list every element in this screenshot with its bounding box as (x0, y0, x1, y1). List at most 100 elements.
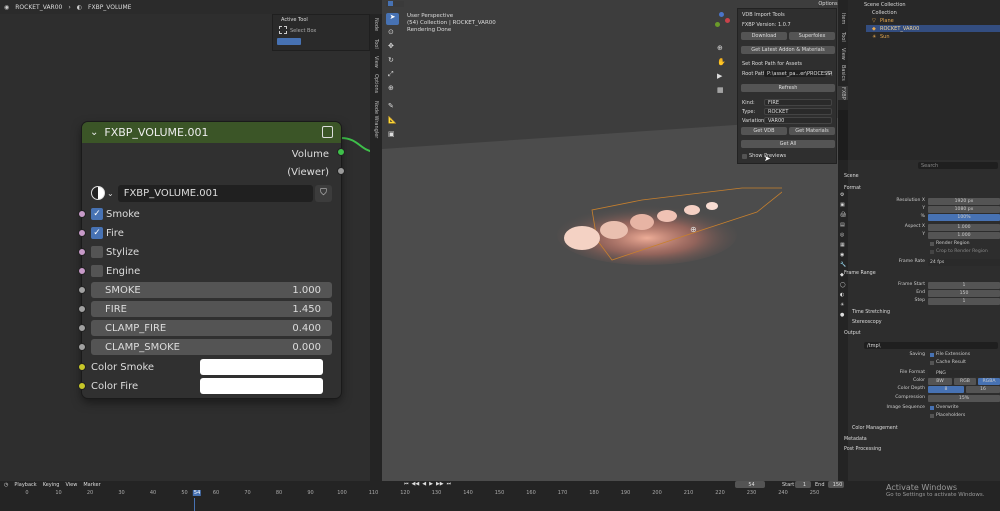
kind-dropdown[interactable]: FIRE (764, 99, 832, 106)
node-group-name-field[interactable]: FXBP_VOLUME.001 (117, 184, 313, 202)
clamp-smoke-socket[interactable] (78, 343, 86, 351)
select-tool-icon[interactable]: ➤ (386, 13, 399, 25)
view-menu[interactable]: View (65, 482, 77, 488)
tab-options[interactable]: Options (370, 72, 382, 96)
dropdown-chevron-icon[interactable]: ⌄ (107, 189, 114, 198)
superfluous-button[interactable]: Superfolex (789, 32, 835, 40)
color-depth-row[interactable]: Color Depth 8 16 (838, 386, 1000, 394)
move-tool-icon[interactable]: ✥ (388, 42, 394, 50)
tab-node-wrangler[interactable]: Node Wrangler (370, 98, 382, 142)
placeholders-checkbox[interactable] (930, 414, 934, 418)
engine-checkbox[interactable] (91, 265, 103, 277)
frame-rate-dropdown[interactable]: 24 fps (928, 259, 1000, 266)
clamp-fire-socket[interactable] (78, 324, 86, 332)
outliner-item-plane[interactable]: Plane (880, 18, 894, 24)
get-latest-button[interactable]: Get Latest Addon & Materials (741, 46, 835, 54)
frame-step-value[interactable]: 1 (928, 298, 1000, 305)
download-button[interactable]: Download (741, 32, 787, 40)
compression-row[interactable]: Compression 15% (838, 395, 1000, 403)
fire-input-socket[interactable] (78, 229, 86, 237)
object-breadcrumb[interactable]: FXBP_VOLUME (88, 4, 131, 11)
camera-icon[interactable]: ▶ (717, 72, 722, 80)
transform-tool-icon[interactable]: ⊕ (388, 84, 394, 92)
get-vdb-button[interactable]: Get VDB (741, 127, 787, 135)
depth-16-button[interactable]: 16 (966, 386, 1000, 393)
toggle-fire[interactable]: ✓ Fire (91, 225, 332, 241)
refresh-button[interactable]: Refresh (741, 84, 835, 92)
pan-hand-icon[interactable]: ✋ (717, 58, 726, 66)
color-rgba-button[interactable]: RGBA (978, 378, 1000, 385)
overwrite-checkbox[interactable] (930, 406, 934, 410)
variation-dropdown[interactable]: VAR00 (764, 117, 832, 124)
res-y-value[interactable]: 1080 px (928, 206, 1000, 213)
smoke-field[interactable]: SMOKE 1.000 (91, 282, 332, 298)
tab-tool[interactable]: Tool (370, 36, 382, 52)
play-reverse-icon[interactable]: ◀ (422, 481, 426, 487)
stereoscopy-section[interactable]: Stereoscopy (838, 320, 1000, 325)
navigation-gizmo[interactable]: ⊕ ✋ ▶ ▦ (713, 10, 735, 130)
image-sequence-row[interactable]: Image Sequence Overwrite (838, 405, 1000, 413)
jump-end-icon[interactable]: ⏭ (447, 481, 452, 487)
collapse-chevron-icon[interactable]: ⌄ (90, 127, 98, 138)
saving-row[interactable]: Saving File Extensions (838, 352, 1000, 360)
select-box-icon[interactable] (279, 26, 287, 34)
color-rgb-button[interactable]: RGB (954, 378, 976, 385)
volume-output-socket[interactable] (337, 148, 345, 156)
render-region-row[interactable]: Render Region (838, 241, 1000, 249)
scene-collection-label[interactable]: Scene Collection (864, 2, 906, 8)
viewer-output-socket[interactable] (337, 167, 345, 175)
engine-input-socket[interactable] (78, 267, 86, 275)
end-field[interactable]: 150 (828, 481, 844, 488)
fire-value-socket[interactable] (78, 305, 86, 313)
fire-checkbox[interactable]: ✓ (91, 227, 103, 239)
outliner-item-rocket[interactable]: ROCKET_VAR00 (880, 26, 919, 32)
get-materials-button[interactable]: Get Materials (789, 127, 835, 135)
tab-item[interactable]: Item (838, 12, 848, 26)
add-cube-tool-icon[interactable]: ▣ (388, 130, 395, 138)
frame-start-row[interactable]: Frame Start 1 (838, 282, 1000, 290)
depth-8-button[interactable]: 8 (928, 386, 964, 393)
color-bw-button[interactable]: BW (928, 378, 952, 385)
res-percent-value[interactable]: 100% (928, 214, 1000, 221)
file-extensions-checkbox[interactable] (930, 353, 934, 357)
folder-icon[interactable]: ▭ (827, 69, 833, 76)
cache-result-row[interactable]: Cache Result (838, 360, 1000, 368)
metadata-section[interactable]: Metadata (838, 437, 1000, 442)
select-mode-icon[interactable] (388, 1, 393, 6)
stylize-checkbox[interactable] (91, 246, 103, 258)
toggle-smoke[interactable]: ✓ Smoke (91, 206, 332, 222)
toggle-engine[interactable]: Engine (91, 263, 332, 279)
timeline[interactable]: ◷ Playback Keying View Marker ⏮ ◀◀ ◀ ▶ ▶▶ ⏭ 5… (0, 481, 1000, 511)
options-button[interactable]: Options (818, 1, 838, 8)
node-tree-icon[interactable] (91, 186, 105, 200)
frame-rate-row[interactable]: Frame Rate 24 fps (838, 259, 1000, 267)
rotate-tool-icon[interactable]: ↻ (388, 56, 394, 64)
file-format-dropdown[interactable]: PNG (928, 370, 1000, 377)
aspect-y-value[interactable]: 1.000 (928, 232, 1000, 239)
color-management-section[interactable]: Color Management (838, 426, 1000, 431)
tab-fxbp[interactable]: FXBP (838, 86, 848, 100)
timeline-editor-icon[interactable]: ◷ (4, 482, 8, 488)
current-frame-field[interactable]: 54 (735, 481, 765, 488)
stylize-input-socket[interactable] (78, 248, 86, 256)
crop-checkbox[interactable] (930, 250, 934, 254)
tab-view-right[interactable]: View (838, 47, 848, 61)
prev-key-icon[interactable]: ◀◀ (412, 481, 420, 487)
node-header[interactable]: ⌄ FXBP_VOLUME.001 (82, 122, 341, 143)
measure-tool-icon[interactable]: 📐 (388, 116, 397, 124)
axis-x-gizmo[interactable] (725, 18, 730, 23)
scene-breadcrumb[interactable]: ROCKET_VAR00 (15, 4, 62, 11)
outliner-item-sun[interactable]: Sun (880, 34, 890, 40)
aspect-x-value[interactable]: 1.000 (928, 224, 1000, 231)
show-previews-checkbox[interactable] (742, 154, 747, 159)
format-section[interactable]: Format (838, 186, 1000, 191)
play-icon[interactable]: ▶ (429, 481, 433, 487)
next-key-icon[interactable]: ▶▶ (436, 481, 444, 487)
color-mode-row[interactable]: Color BW RGB RGBA (838, 378, 1000, 386)
grid-view-icon[interactable]: ▦ (717, 86, 724, 94)
node-group-icon[interactable] (322, 126, 333, 138)
res-y-row[interactable]: Y 1080 px (838, 206, 1000, 214)
res-x-row[interactable]: Resolution X 1920 px (838, 198, 1000, 206)
clamp-smoke-field[interactable]: CLAMP_SMOKE 0.000 (91, 339, 332, 355)
res-x-value[interactable]: 1920 px (928, 198, 1000, 205)
